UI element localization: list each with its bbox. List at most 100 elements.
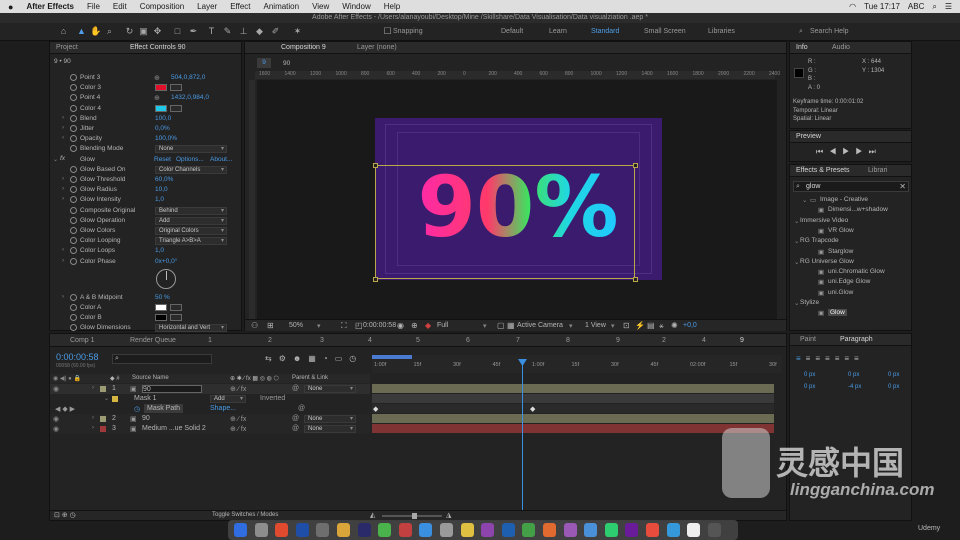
graph-editor-icon[interactable]: ▭: [335, 354, 350, 363]
dock-app-icon[interactable]: [275, 523, 289, 537]
pen-tool-icon[interactable]: ✒: [188, 26, 199, 37]
playhead-line[interactable]: [522, 360, 523, 510]
menu-view[interactable]: View: [312, 2, 329, 11]
color-picker-icon[interactable]: ◆: [425, 321, 431, 330]
twirl-icon[interactable]: ›: [62, 186, 64, 192]
timeline-tab[interactable]: 2: [268, 337, 272, 344]
timeline-tab[interactable]: 1: [208, 337, 212, 344]
indent-right-value[interactable]: 0 px: [848, 372, 859, 378]
timeline-tab[interactable]: Render Queue: [130, 337, 176, 344]
mask-name[interactable]: Mask 1: [134, 395, 157, 402]
zoom-tool-icon[interactable]: ⌕: [104, 26, 115, 37]
eyedropper-icon[interactable]: [170, 314, 182, 322]
menu-composition[interactable]: Composition: [140, 2, 184, 11]
dock-app-icon[interactable]: [687, 523, 701, 537]
flowchart-icon[interactable]: ⚹: [659, 321, 664, 331]
glow-dropdown[interactable]: Color Channels: [155, 165, 227, 174]
brush-tool-icon[interactable]: ✎: [222, 26, 233, 37]
align-left-icon[interactable]: ≡: [796, 354, 806, 363]
parent-dropdown[interactable]: None: [304, 385, 356, 393]
color-phase-dial[interactable]: [156, 268, 176, 289]
timeline-tab[interactable]: 7: [516, 337, 520, 344]
stopwatch-icon[interactable]: [70, 206, 77, 214]
glow-value[interactable]: 1,0: [155, 196, 164, 203]
stopwatch-icon[interactable]: [70, 257, 77, 265]
input-source[interactable]: ABC: [908, 2, 924, 11]
resolution-dropdown[interactable]: Full: [437, 322, 448, 329]
timeline-tab[interactable]: 4: [702, 337, 706, 344]
pickwhip-icon[interactable]: @: [292, 425, 299, 432]
play-icon[interactable]: ▶: [842, 147, 855, 156]
eyedropper-icon[interactable]: [170, 104, 182, 112]
property-value[interactable]: 0,0%: [155, 125, 170, 132]
justify-last-center-icon[interactable]: ≡: [835, 354, 845, 363]
stopwatch-icon[interactable]: [70, 94, 77, 102]
last-frame-icon[interactable]: ⏭: [869, 147, 882, 156]
dock-app-icon[interactable]: [625, 523, 639, 537]
justify-last-left-icon[interactable]: ≡: [825, 354, 835, 363]
fast-previews-icon[interactable]: ⚡: [635, 321, 645, 330]
indent-left-value[interactable]: 0 px: [804, 372, 815, 378]
menu-layer[interactable]: Layer: [197, 2, 217, 11]
fx-icon[interactable]: fx: [60, 155, 65, 162]
twirl-icon[interactable]: ›: [62, 135, 64, 141]
region-of-interest-icon[interactable]: ▢: [497, 321, 505, 330]
tab-paint[interactable]: Paint: [800, 336, 816, 343]
zoom-in-icon[interactable]: ◮: [446, 511, 451, 519]
wifi-icon[interactable]: ◠: [849, 2, 856, 11]
menu-edit[interactable]: Edit: [113, 2, 127, 11]
footer-toggle-icons[interactable]: ⊡ ⊕ ◷: [54, 511, 76, 519]
dock-app-icon[interactable]: [254, 523, 268, 537]
dock-app-icon[interactable]: [646, 523, 659, 537]
comp-breadcrumb-90[interactable]: 90: [283, 60, 290, 67]
parent-dropdown[interactable]: None: [304, 425, 356, 433]
handle-top-left[interactable]: [373, 163, 378, 168]
glow-dropdown[interactable]: Triangle A>B>A: [155, 237, 227, 246]
menu-animation[interactable]: Animation: [264, 2, 300, 11]
menu-file[interactable]: File: [87, 2, 100, 11]
eye-icon[interactable]: ◉: [53, 425, 59, 433]
always-preview-icon[interactable]: ⚇: [251, 321, 258, 330]
reset-link[interactable]: Reset: [154, 156, 171, 163]
dock-app-icon[interactable]: [522, 523, 536, 537]
color-b-swatch[interactable]: [155, 314, 167, 322]
justify-last-right-icon[interactable]: ≡: [844, 354, 854, 363]
dock-app-icon[interactable]: [481, 523, 495, 537]
layer-name[interactable]: 90: [142, 415, 150, 422]
tab-project[interactable]: Project: [56, 44, 78, 51]
stopwatch-icon[interactable]: [70, 114, 77, 122]
work-area-bar[interactable]: [372, 355, 412, 359]
tab-paragraph[interactable]: Paragraph: [840, 336, 873, 343]
motion-blur-icon[interactable]: ◔: [323, 354, 335, 363]
mask-path-value[interactable]: Shape...: [210, 405, 236, 412]
twirl-icon[interactable]: ›: [92, 415, 94, 421]
dock-app-icon[interactable]: [295, 523, 309, 537]
twirl-open-icon[interactable]: ⌄: [794, 217, 799, 225]
dock-app-icon[interactable]: [419, 523, 433, 537]
mask-visibility-icon[interactable]: ◰: [355, 321, 363, 330]
mask-mode-dropdown[interactable]: Add: [210, 395, 246, 403]
twirl-open-icon[interactable]: ⌄: [802, 196, 807, 204]
exposure-value[interactable]: +0,0: [683, 322, 697, 329]
tab-preview[interactable]: Preview: [796, 133, 821, 140]
selection-tool-icon[interactable]: ▲: [76, 26, 87, 37]
timeline-icon[interactable]: ▤: [647, 321, 655, 330]
dock-app-icon[interactable]: [378, 523, 392, 537]
eye-icon[interactable]: ◉: [53, 385, 59, 393]
switch-icons[interactable]: ⊕ ∕ fx: [230, 385, 246, 393]
color-a-swatch[interactable]: [155, 304, 167, 311]
stopwatch-icon[interactable]: [70, 304, 77, 311]
align-right-icon[interactable]: ≡: [815, 354, 825, 363]
stopwatch-icon[interactable]: [70, 216, 77, 224]
handle-top-right[interactable]: [633, 163, 638, 168]
workspace-libraries[interactable]: Libraries: [708, 28, 735, 35]
blending-mode-dropdown[interactable]: None: [155, 145, 227, 154]
stopwatch-active-icon[interactable]: ◷: [134, 405, 140, 413]
pickwhip-icon[interactable]: @: [292, 385, 299, 392]
label-color[interactable]: [100, 426, 106, 432]
tab-layer[interactable]: Layer (none): [357, 44, 397, 51]
stopwatch-icon[interactable]: [70, 227, 77, 234]
column-source-name[interactable]: Source Name: [132, 375, 169, 381]
handle-bottom-right[interactable]: [633, 277, 638, 282]
tab-effect-controls[interactable]: Effect Controls 90: [130, 44, 186, 51]
